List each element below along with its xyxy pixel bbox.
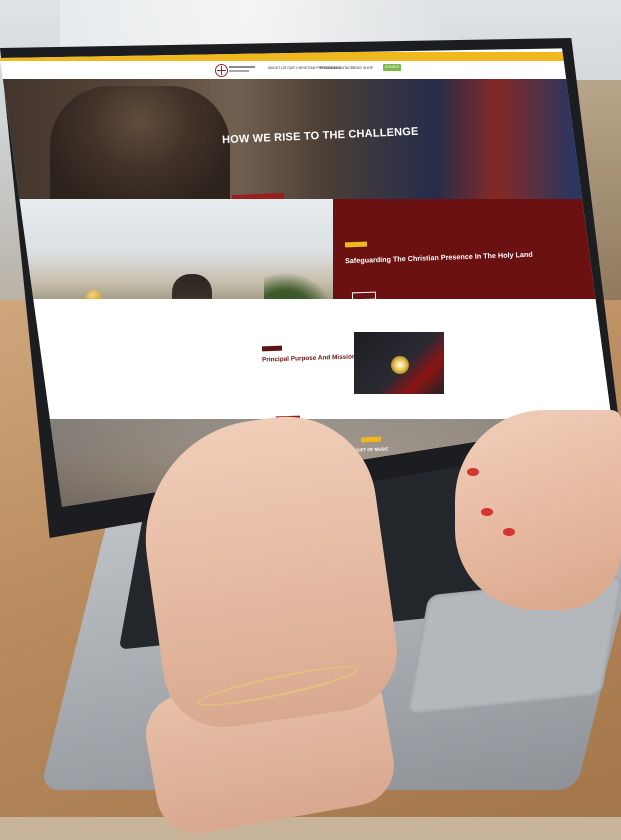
site-navbar [0, 61, 612, 79]
nav-item-news[interactable]: NEWS [351, 66, 362, 70]
music-badge [360, 436, 382, 443]
safeguarding-badge [344, 241, 368, 248]
site-logo[interactable] [215, 64, 255, 77]
fingernail [503, 528, 515, 536]
nav-item-shop[interactable]: SHOP [363, 66, 373, 70]
play-disc-icon[interactable] [391, 356, 409, 374]
nav-item-about[interactable]: ABOUT US [268, 66, 286, 70]
donate-button[interactable]: DONATE [383, 64, 401, 71]
cross-logo-icon [215, 64, 228, 77]
fingernail [481, 508, 493, 516]
fingernail [467, 468, 479, 476]
purpose-badge [261, 345, 283, 352]
right-hand [455, 410, 621, 610]
safeguarding-panel [333, 199, 612, 299]
